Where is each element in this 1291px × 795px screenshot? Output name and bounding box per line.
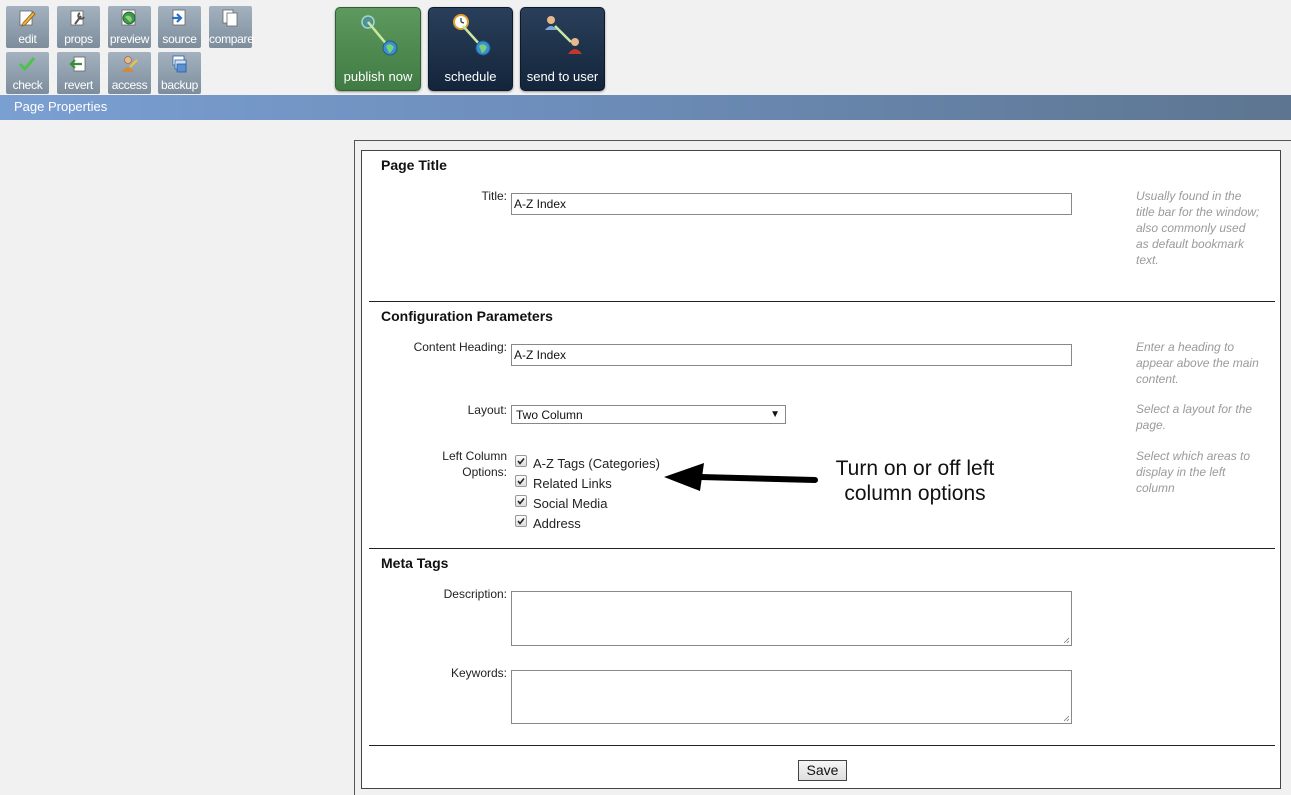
layout-help-text: Select a layout for the page. bbox=[1136, 402, 1253, 432]
checkmark-icon bbox=[517, 518, 525, 525]
section-divider bbox=[369, 548, 1275, 549]
left-column-label-line2: Options: bbox=[462, 465, 507, 479]
send-to-user-button[interactable]: send to user bbox=[520, 7, 605, 91]
left-column-help-text: Select which areas to display in the lef… bbox=[1136, 449, 1251, 495]
checkmark-icon bbox=[18, 57, 36, 72]
checkmark-icon bbox=[517, 458, 525, 465]
address-checkbox[interactable] bbox=[515, 515, 527, 527]
left-column-options-label: Left Column Options: bbox=[420, 448, 507, 480]
clock-globe-icon bbox=[452, 14, 490, 56]
publish-now-button[interactable]: publish now bbox=[335, 7, 421, 91]
pencil-icon bbox=[19, 10, 36, 27]
revert-button[interactable]: revert bbox=[57, 52, 100, 94]
backup-label: backup bbox=[161, 78, 198, 92]
edit-button[interactable]: edit bbox=[6, 6, 49, 48]
keywords-textarea[interactable] bbox=[511, 670, 1072, 724]
checkmark-icon bbox=[517, 498, 525, 505]
revert-label: revert bbox=[64, 78, 93, 92]
title-input[interactable]: A-Z Index bbox=[511, 193, 1072, 215]
description-textarea[interactable] bbox=[511, 591, 1072, 646]
dropdown-arrow-icon: ▼ bbox=[770, 409, 780, 420]
meta-tags-heading: Meta Tags bbox=[381, 555, 449, 571]
content-heading-input[interactable]: A-Z Index bbox=[511, 344, 1072, 366]
publish-now-label: publish now bbox=[343, 69, 413, 84]
preview-label: preview bbox=[109, 32, 150, 46]
layout-selected-value: Two Column bbox=[516, 408, 583, 422]
schedule-button[interactable]: schedule bbox=[428, 7, 513, 91]
page-properties-title: Page Properties bbox=[14, 99, 108, 114]
social-media-checkbox-label[interactable]: Social Media bbox=[533, 496, 607, 511]
backup-stack-icon bbox=[172, 55, 187, 73]
props-label: props bbox=[64, 32, 93, 46]
annotation-line1: Turn on or off left bbox=[835, 457, 995, 480]
revert-arrow-icon bbox=[69, 56, 86, 72]
props-button[interactable]: props bbox=[57, 6, 100, 48]
content-heading-help-text: Enter a heading to appear above the main… bbox=[1136, 340, 1259, 386]
page-title-heading: Page Title bbox=[381, 157, 447, 173]
globe-icon bbox=[121, 9, 136, 26]
compare-label: compare bbox=[209, 32, 254, 46]
access-button[interactable]: access bbox=[108, 52, 151, 94]
checkmark-icon bbox=[517, 478, 525, 485]
section-divider bbox=[369, 745, 1275, 746]
save-button[interactable]: Save bbox=[798, 760, 847, 781]
wrench-icon bbox=[70, 10, 85, 26]
preview-button[interactable]: preview bbox=[108, 6, 151, 48]
schedule-label: schedule bbox=[444, 69, 497, 84]
pages-icon bbox=[222, 9, 238, 27]
section-divider bbox=[369, 301, 1275, 302]
send-to-user-label: send to user bbox=[526, 69, 599, 84]
page-properties-bar: Page Properties bbox=[0, 95, 1291, 120]
source-arrow-icon bbox=[172, 9, 186, 26]
social-media-checkbox[interactable] bbox=[515, 495, 527, 507]
check-label: check bbox=[12, 78, 43, 92]
keywords-label: Keywords: bbox=[450, 666, 507, 680]
description-label: Description: bbox=[443, 587, 507, 601]
az-tags-checkbox[interactable] bbox=[515, 455, 527, 467]
access-label: access bbox=[111, 78, 148, 92]
resize-grip-icon[interactable] bbox=[1063, 715, 1070, 722]
backup-button[interactable]: backup bbox=[158, 52, 201, 94]
title-help-text: Usually found in the title bar for the w… bbox=[1136, 189, 1260, 267]
layout-label: Layout: bbox=[467, 403, 507, 417]
annotation-line2: column options bbox=[844, 482, 986, 505]
layout-select[interactable]: Two Column ▼ bbox=[511, 405, 786, 424]
source-label: source bbox=[162, 32, 197, 46]
source-button[interactable]: source bbox=[158, 6, 201, 48]
title-label: Title: bbox=[481, 189, 507, 203]
resize-grip-icon[interactable] bbox=[1063, 637, 1070, 644]
toolbar: edit props preview source compare check … bbox=[0, 0, 1291, 95]
check-button[interactable]: check bbox=[6, 52, 49, 94]
related-links-checkbox-label[interactable]: Related Links bbox=[533, 476, 612, 491]
compare-button[interactable]: compare bbox=[209, 6, 254, 48]
annotation-arrow-icon bbox=[664, 463, 818, 491]
related-links-checkbox[interactable] bbox=[515, 475, 527, 487]
user-key-icon bbox=[122, 56, 138, 72]
content-heading-label: Content Heading: bbox=[413, 340, 507, 354]
publish-signal-icon bbox=[361, 15, 398, 56]
configuration-parameters-heading: Configuration Parameters bbox=[381, 308, 553, 324]
az-tags-checkbox-label[interactable]: A-Z Tags (Categories) bbox=[533, 456, 660, 471]
edit-label: edit bbox=[18, 32, 37, 46]
left-column-label-line1: Left Column bbox=[442, 449, 507, 463]
address-checkbox-label[interactable]: Address bbox=[533, 516, 581, 531]
users-transfer-icon bbox=[544, 16, 582, 54]
annotation-text: Turn on or off left column options bbox=[815, 456, 1015, 506]
